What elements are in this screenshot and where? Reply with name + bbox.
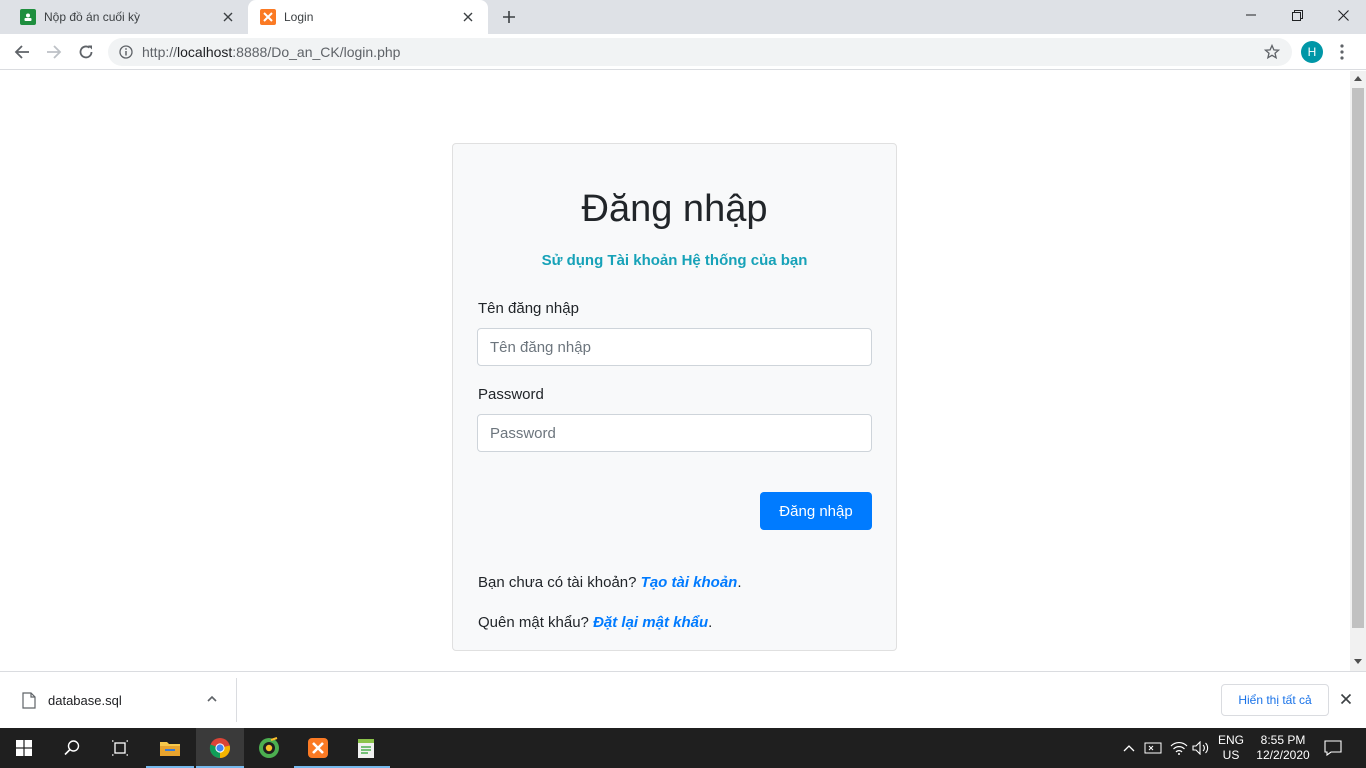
language-code: ENG xyxy=(1217,733,1244,747)
reset-line: Quên mật khẩu? Đặt lại mật khẩu. xyxy=(478,614,712,631)
back-icon[interactable] xyxy=(8,38,36,66)
windows-taskbar: ENG US 8:55 PM 12/2/2020 xyxy=(0,728,1366,768)
url-scheme: http:// xyxy=(142,44,178,60)
address-bar[interactable]: http://localhost:8888/Do_an_CK/login.php xyxy=(108,38,1292,66)
info-icon[interactable] xyxy=(118,44,134,60)
password-label: Password xyxy=(478,386,544,403)
scroll-thumb[interactable] xyxy=(1352,88,1364,628)
download-filename: database.sql xyxy=(48,693,122,708)
reset-password-link[interactable]: Đặt lại mật khẩu xyxy=(593,614,708,631)
period: . xyxy=(737,574,742,591)
task-view-icon[interactable] xyxy=(96,728,144,768)
browser-tab-strip: Nộp đồ án cuối kỳ Login xyxy=(0,0,1366,34)
xampp-icon[interactable] xyxy=(294,728,342,768)
login-card: Đăng nhập Sử dụng Tài khoản Hệ thống của… xyxy=(452,143,897,651)
chrome-icon[interactable] xyxy=(196,728,244,768)
reload-icon[interactable] xyxy=(72,38,100,66)
reset-prompt: Quên mật khẩu? xyxy=(478,614,594,631)
show-all-button[interactable]: Hiển thị tất cả xyxy=(1221,684,1329,716)
tab-title: Nộp đồ án cuối kỳ xyxy=(44,10,141,24)
more-menu-icon[interactable] xyxy=(1336,40,1348,64)
url-text: http://localhost:8888/Do_an_CK/login.php xyxy=(142,44,400,60)
password-input[interactable] xyxy=(477,414,872,452)
google-classroom-icon xyxy=(20,9,36,25)
chevron-up-icon[interactable] xyxy=(206,692,218,710)
url-host: localhost xyxy=(177,44,233,60)
login-button[interactable]: Đăng nhập xyxy=(760,492,872,530)
profile-avatar[interactable]: H xyxy=(1301,41,1323,63)
vertical-scrollbar[interactable] xyxy=(1350,71,1366,671)
close-window-button[interactable] xyxy=(1320,0,1366,30)
divider xyxy=(236,678,237,722)
browser-toolbar: http://localhost:8888/Do_an_CK/login.php xyxy=(0,34,1366,70)
chevron-up-tray-icon[interactable] xyxy=(1120,728,1138,768)
wifi-icon[interactable] xyxy=(1168,728,1190,768)
clock[interactable]: 8:55 PM 12/2/2020 xyxy=(1250,728,1316,768)
minimize-button[interactable] xyxy=(1228,0,1274,30)
register-line: Bạn chưa có tài khoản? Tạo tài khoản. xyxy=(478,574,742,591)
close-tab-icon[interactable] xyxy=(218,7,238,27)
create-account-link[interactable]: Tạo tài khoản xyxy=(641,574,738,591)
download-item[interactable]: database.sql xyxy=(22,692,122,709)
language-indicator[interactable]: ENG US xyxy=(1214,728,1248,768)
file-icon xyxy=(22,692,36,709)
notification-icon[interactable] xyxy=(1318,728,1348,768)
scroll-up-icon[interactable] xyxy=(1354,76,1362,81)
input-indicator-icon[interactable] xyxy=(1142,728,1164,768)
page-subtitle: Sử dụng Tài khoản Hệ thống của bạn xyxy=(541,252,808,269)
new-tab-button[interactable] xyxy=(498,6,520,28)
volume-icon[interactable] xyxy=(1190,728,1212,768)
tab-login[interactable]: Login xyxy=(248,0,488,34)
register-prompt: Bạn chưa có tài khoản? xyxy=(478,574,641,591)
page-viewport: Đăng nhập Sử dụng Tài khoản Hệ thống của… xyxy=(0,71,1350,671)
download-bar: database.sql Hiển thị tất cả xyxy=(0,671,1366,728)
restore-button[interactable] xyxy=(1274,0,1320,30)
close-download-bar-icon[interactable] xyxy=(1340,692,1352,710)
username-label: Tên đăng nhập xyxy=(478,300,579,317)
close-tab-icon[interactable] xyxy=(458,7,478,27)
tab-title: Login xyxy=(284,10,314,24)
url-path: :8888/Do_an_CK/login.php xyxy=(232,44,401,60)
notepad-plus-plus-icon[interactable] xyxy=(342,728,390,768)
username-input[interactable] xyxy=(477,328,872,366)
coc-coc-icon[interactable] xyxy=(245,728,293,768)
keyboard-layout: US xyxy=(1222,748,1240,762)
clock-time: 8:55 PM xyxy=(1260,733,1306,747)
windows-start-icon[interactable] xyxy=(0,728,48,768)
xampp-icon xyxy=(260,9,276,25)
bookmark-star-icon[interactable] xyxy=(1263,43,1281,65)
clock-date: 12/2/2020 xyxy=(1256,748,1310,762)
page-title: Đăng nhập xyxy=(581,188,768,230)
search-icon[interactable] xyxy=(48,728,96,768)
file-explorer-icon[interactable] xyxy=(146,728,194,768)
period: . xyxy=(708,614,713,631)
tab-nop-do-an[interactable]: Nộp đồ án cuối kỳ xyxy=(8,0,248,34)
forward-icon[interactable] xyxy=(40,38,68,66)
scroll-down-icon[interactable] xyxy=(1354,659,1362,664)
